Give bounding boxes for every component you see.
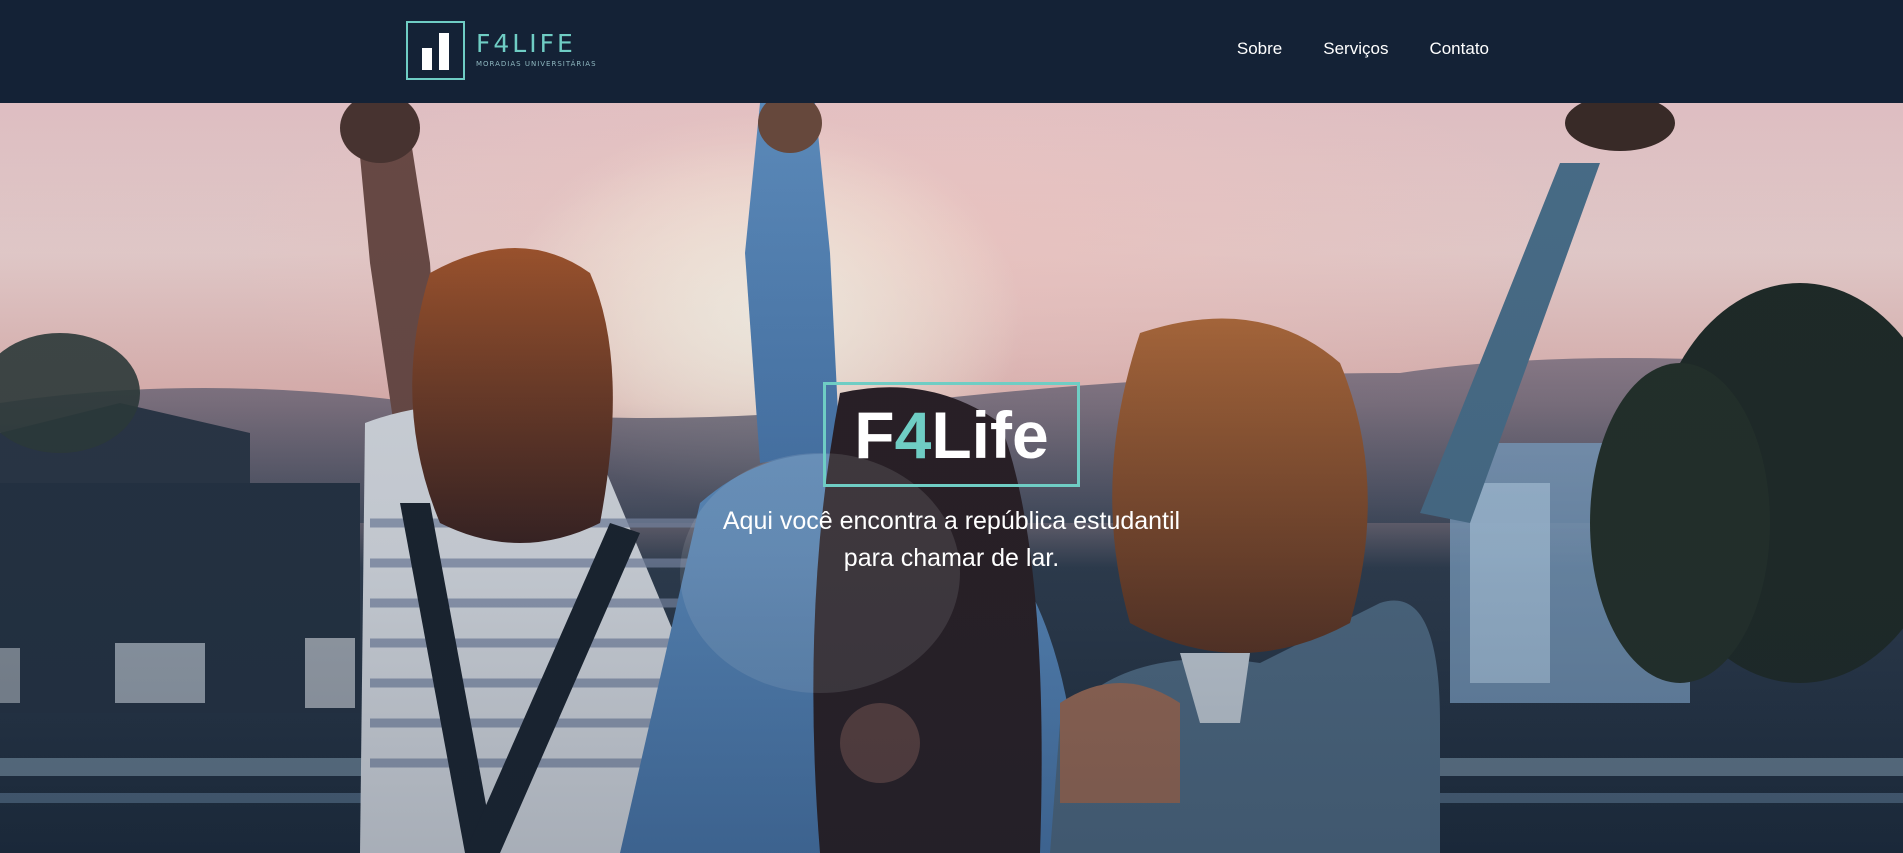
nav-link-servicos[interactable]: Serviços [1323, 38, 1388, 60]
hero-title-frame: F4Life [823, 382, 1080, 487]
logo-tagline: MORADIAS UNIVERSITÁRIAS [476, 60, 597, 68]
main-nav: Sobre Serviços Contato [1237, 38, 1489, 60]
hero-subtitle-line-2: para chamar de lar. [843, 544, 1060, 572]
site-header: F4LIFE MORADIAS UNIVERSITÁRIAS Sobre Ser… [0, 0, 1903, 103]
hero-section: F4Life Aqui você encontra a república es… [0, 103, 1903, 853]
bar-chart-icon [406, 20, 465, 80]
hero-subtitle-line-1: Aqui você encontra a república estudanti… [722, 507, 1181, 535]
logo-link[interactable]: F4LIFE MORADIAS UNIVERSITÁRIAS [406, 20, 597, 80]
nav-link-sobre[interactable]: Sobre [1237, 38, 1282, 60]
hero-subtitle: Aqui você encontra a república estudanti… [651, 503, 1252, 577]
hero-title: F4Life [854, 397, 1049, 472]
logo-text: F4LIFE MORADIAS UNIVERSITÁRIAS [476, 31, 597, 69]
nav-link-contato[interactable]: Contato [1429, 38, 1489, 60]
logo-name: F4LIFE [476, 29, 576, 58]
